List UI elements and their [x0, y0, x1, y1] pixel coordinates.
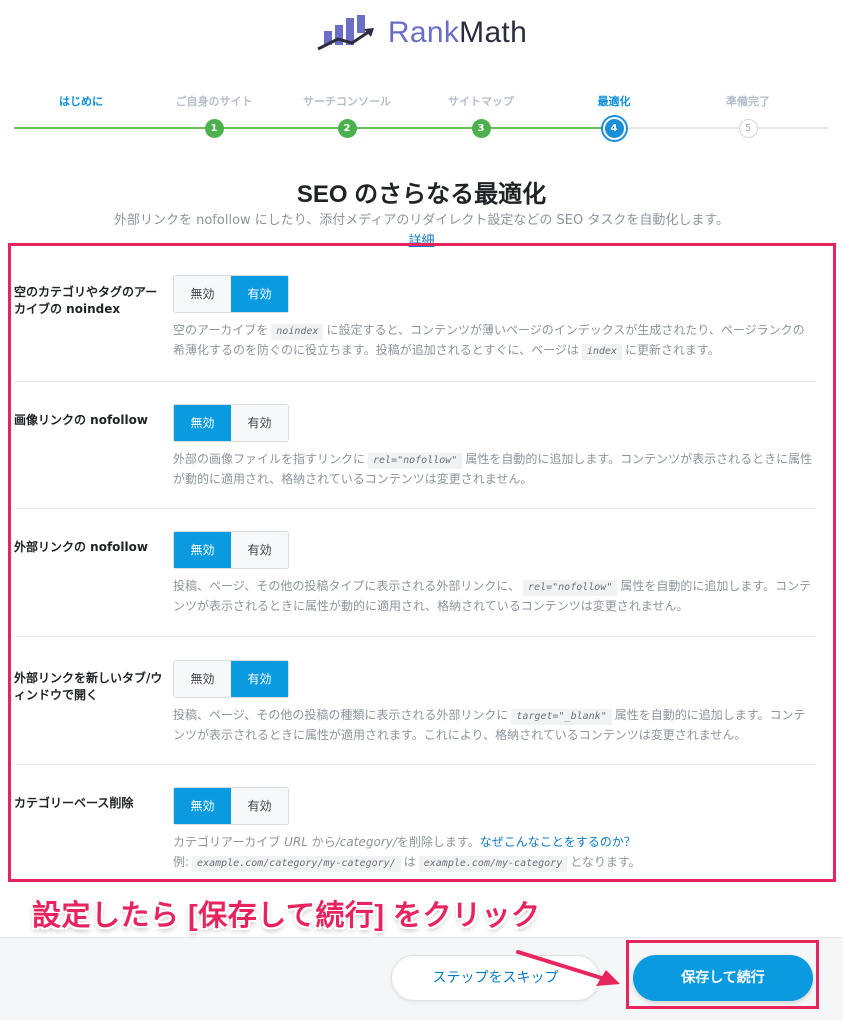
step-optimization[interactable]: 最適化 4	[547, 92, 681, 138]
step-label: ご自身のサイト	[175, 95, 253, 108]
step-number-badge: 3	[471, 119, 491, 138]
step-label: サーチコンソール	[303, 95, 391, 108]
setup-wizard-steps: はじめに ご自身のサイト 1 サーチコンソール 2 サイトマップ 3 最適化 4…	[14, 92, 828, 142]
rankmath-logo: RankMath	[0, 10, 843, 56]
instruction-annotation: 設定したら [保存して続行] をクリック	[32, 900, 541, 932]
step-label: 準備完了	[726, 95, 770, 108]
step-label: 最適化	[597, 95, 631, 108]
step-number-badge: 5	[738, 119, 758, 138]
step-number-badge: 4	[604, 119, 624, 138]
rankmath-logo-icon	[317, 15, 374, 51]
page-title: SEO のさらなる最適化	[296, 181, 547, 208]
step-your-site[interactable]: ご自身のサイト 1	[147, 92, 281, 138]
step-search-console[interactable]: サーチコンソール 2	[280, 92, 414, 138]
step-label: サイトマップ	[448, 95, 514, 108]
logo-text: RankMath	[387, 16, 528, 49]
step-label: はじめに	[59, 95, 103, 108]
step-number-badge: 1	[204, 119, 224, 138]
step-number-badge: 2	[337, 119, 357, 138]
page-subtitle: 外部リンクを nofollow にしたり、添付メディアのリダイレクト設定などの …	[113, 213, 730, 228]
step-getting-started[interactable]: はじめに	[14, 92, 148, 112]
step-ready: 準備完了 5	[681, 92, 815, 138]
arrow-icon	[516, 950, 620, 986]
settings-highlight-frame	[8, 243, 836, 882]
save-button-highlight-frame	[626, 940, 819, 1009]
step-sitemap[interactable]: サイトマップ 3	[414, 92, 548, 138]
